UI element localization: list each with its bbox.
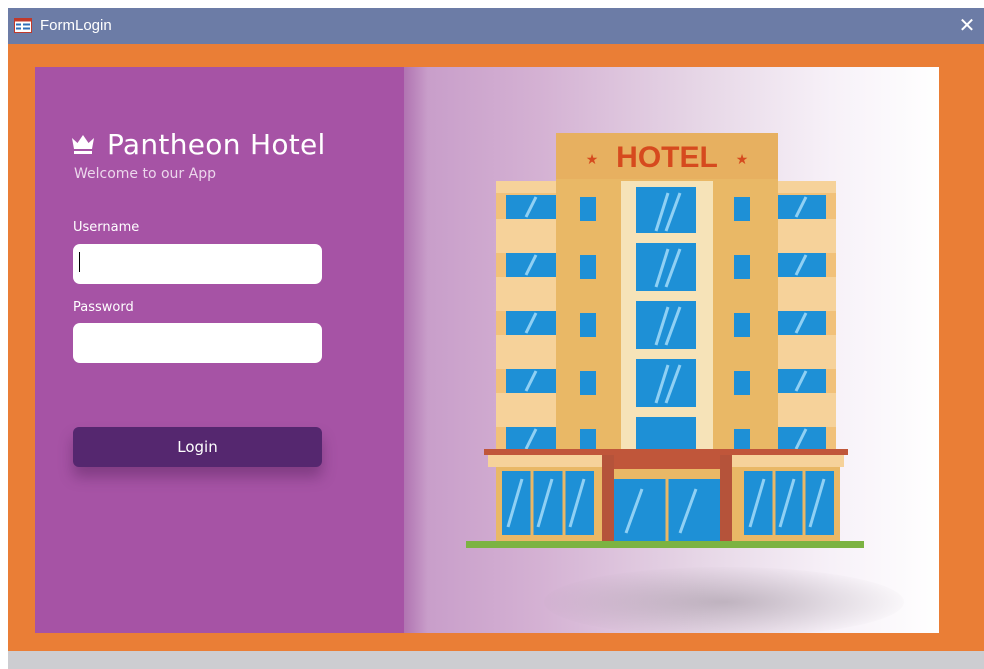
svg-text:★: ★ xyxy=(586,152,599,168)
window-title: FormLogin xyxy=(40,17,112,34)
app-title: Pantheon Hotel xyxy=(107,127,326,161)
password-label: Password xyxy=(73,300,134,315)
svg-text:★: ★ xyxy=(736,152,749,168)
form-body: HOTEL ★ ★ Pantheon Hotel Welcome to our … xyxy=(8,44,984,651)
login-button[interactable]: Login xyxy=(73,427,322,467)
crown-icon xyxy=(72,135,94,154)
text-caret xyxy=(79,252,80,272)
window-edge xyxy=(0,0,8,669)
hotel-illustration: HOTEL ★ ★ xyxy=(466,133,864,548)
brand: Pantheon Hotel xyxy=(71,126,326,162)
username-label: Username xyxy=(73,220,140,235)
floor-shadow xyxy=(544,567,904,633)
panel-shadow xyxy=(404,67,428,633)
close-icon[interactable]: ✕ xyxy=(956,13,978,37)
username-input[interactable] xyxy=(73,244,322,284)
title-bar[interactable]: FormLogin ✕ xyxy=(8,8,984,44)
status-bar xyxy=(8,651,984,669)
form-icon xyxy=(14,18,32,33)
illustration-panel: HOTEL ★ ★ xyxy=(404,67,939,633)
password-input[interactable] xyxy=(73,323,322,363)
welcome-subtitle: Welcome to our App xyxy=(74,166,216,182)
hotel-sign-text: HOTEL xyxy=(616,141,718,174)
